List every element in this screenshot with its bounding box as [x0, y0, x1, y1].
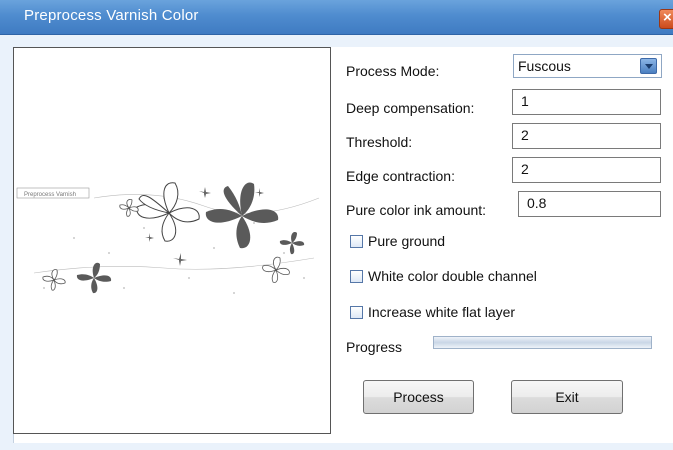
edge-contraction-field[interactable]: 2 — [512, 157, 661, 183]
threshold-label: Threshold: — [346, 134, 413, 150]
deep-compensation-field[interactable]: 1 — [512, 89, 661, 115]
white-double-channel-label[interactable]: White color double channel — [368, 268, 537, 284]
pure-color-ink-field[interactable]: 0.8 — [518, 191, 661, 217]
image-preview: Preprocess Varnish — [13, 47, 331, 434]
process-mode-value: Fuscous — [518, 58, 571, 74]
pure-color-ink-label: Pure color ink amount: — [346, 202, 487, 218]
pure-ground-checkbox[interactable] — [350, 235, 363, 248]
increase-white-flat-layer-checkbox[interactable] — [350, 306, 363, 319]
chevron-down-icon[interactable] — [640, 58, 657, 74]
edge-contraction-label: Edge contraction: — [346, 168, 455, 184]
flower-pattern-image: Preprocess Varnish — [16, 182, 320, 294]
process-button[interactable]: Process — [363, 380, 474, 414]
progress-label: Progress — [346, 339, 403, 355]
title-bar: Preprocess Varnish Color × — [0, 0, 673, 35]
window-title: Preprocess Varnish Color — [24, 7, 199, 24]
threshold-field[interactable]: 2 — [512, 123, 661, 149]
close-button[interactable]: × — [659, 9, 673, 29]
white-double-channel-checkbox[interactable] — [350, 270, 363, 283]
process-mode-select[interactable]: Fuscous — [513, 54, 662, 78]
exit-button[interactable]: Exit — [511, 380, 623, 414]
pure-ground-label[interactable]: Pure ground — [368, 233, 445, 249]
process-mode-label: Process Mode: — [346, 63, 440, 79]
close-icon: × — [663, 9, 672, 26]
preview-caption: Preprocess Varnish — [24, 192, 76, 198]
deep-compensation-label: Deep compensation: — [346, 100, 475, 116]
progress-bar — [433, 336, 652, 349]
increase-white-flat-layer-label[interactable]: Increase white flat layer — [368, 304, 515, 320]
